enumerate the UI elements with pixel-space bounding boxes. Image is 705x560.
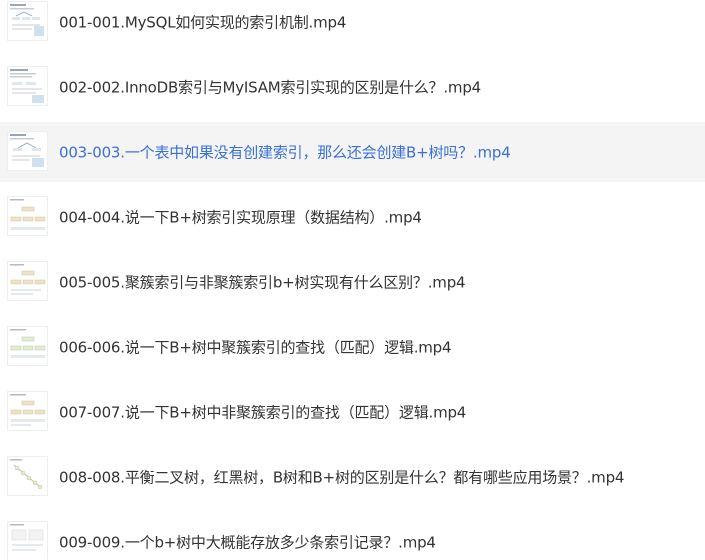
file-name: 007-007.说一下B+树中非聚簇索引的查找（匹配）逻辑.mp4: [59, 403, 467, 422]
table-thumbnail: [7, 521, 48, 560]
file-row[interactable]: 005-005.聚簇索引与非聚簇索引b+树实现有什么区别？.mp4: [0, 252, 705, 312]
file-row[interactable]: 008-008.平衡二叉树，红黑树，B树和B+树的区别是什么？都有哪些应用场景？…: [0, 447, 705, 507]
file-name: 003-003.一个表中如果没有创建索引，那么还会创建B+树吗？.mp4: [59, 143, 511, 162]
file-row[interactable]: 001-001.MySQL如何实现的索引机制.mp4: [0, 0, 705, 52]
tree-thumbnail: [7, 326, 48, 366]
diagonal-thumbnail: [7, 456, 48, 496]
slide-thumbnail: [7, 66, 48, 106]
file-row[interactable]: 004-004.说一下B+树索引实现原理（数据结构）.mp4: [0, 187, 705, 247]
file-name: 002-002.InnoDB索引与MyISAM索引实现的区别是什么？.mp4: [59, 78, 481, 97]
slide-thumbnail: [7, 131, 48, 171]
file-row[interactable]: 007-007.说一下B+树中非聚簇索引的查找（匹配）逻辑.mp4: [0, 382, 705, 442]
file-row[interactable]: 002-002.InnoDB索引与MyISAM索引实现的区别是什么？.mp4: [0, 57, 705, 117]
file-row[interactable]: 009-009.一个b+树中大概能存放多少条索引记录？.mp4: [0, 512, 705, 560]
file-row[interactable]: 003-003.一个表中如果没有创建索引，那么还会创建B+树吗？.mp4: [0, 122, 705, 182]
tree-thumbnail: [7, 196, 48, 236]
file-name: 006-006.说一下B+树中聚簇索引的查找（匹配）逻辑.mp4: [59, 338, 452, 357]
video-file-list: 001-001.MySQL如何实现的索引机制.mp4 002-002.InnoD…: [0, 0, 705, 560]
tree-thumbnail: [7, 391, 48, 431]
slide-thumbnail: [7, 1, 48, 41]
file-name: 001-001.MySQL如何实现的索引机制.mp4: [59, 13, 347, 32]
file-row[interactable]: 006-006.说一下B+树中聚簇索引的查找（匹配）逻辑.mp4: [0, 317, 705, 377]
tree-thumbnail: [7, 261, 48, 301]
file-name: 009-009.一个b+树中大概能存放多少条索引记录？.mp4: [59, 533, 436, 552]
file-name: 005-005.聚簇索引与非聚簇索引b+树实现有什么区别？.mp4: [59, 273, 466, 292]
file-name: 008-008.平衡二叉树，红黑树，B树和B+树的区别是什么？都有哪些应用场景？…: [59, 468, 625, 487]
file-name: 004-004.说一下B+树索引实现原理（数据结构）.mp4: [59, 208, 422, 227]
